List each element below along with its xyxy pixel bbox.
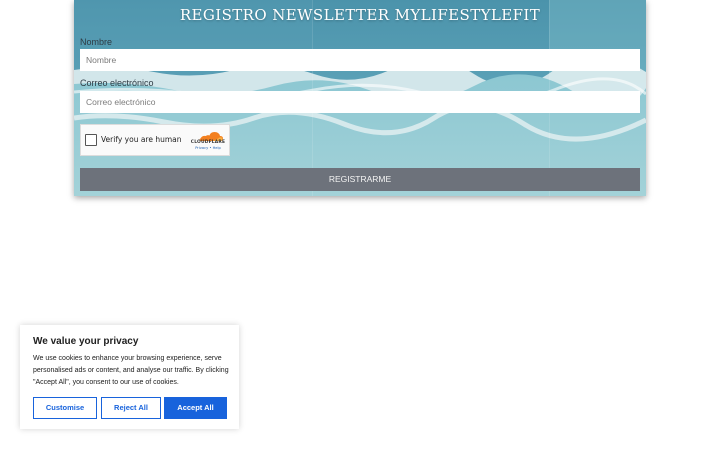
- cloudflare-wordmark: CLOUDFLARE: [190, 140, 226, 145]
- accept-all-button[interactable]: Accept All: [164, 397, 227, 419]
- cloudflare-logo: CLOUDFLARE Privacy • Help: [189, 129, 227, 153]
- cookie-banner-title: We value your privacy: [33, 336, 139, 347]
- email-field-label: Correo electrónico: [80, 78, 154, 88]
- captcha-label: Verify you are human: [101, 135, 182, 144]
- newsletter-title: REGISTRO NEWSLETTER MYLIFESTYLEFIT: [179, 6, 541, 24]
- captcha-privacy-help-links[interactable]: Privacy • Help: [189, 146, 227, 150]
- name-field-label: Nombre: [80, 37, 113, 47]
- cookie-consent-banner: We value your privacy We use cookies to …: [20, 325, 239, 429]
- reject-all-button[interactable]: Reject All: [101, 397, 161, 419]
- cookie-banner-text: We use cookies to enhance your browsing …: [33, 355, 229, 386]
- customise-button[interactable]: Customise: [33, 397, 97, 419]
- register-button[interactable]: REGISTRARME: [80, 168, 640, 191]
- name-input[interactable]: [80, 49, 640, 71]
- newsletter-card: REGISTRO NEWSLETTER MYLIFESTYLEFIT Nombr…: [74, 0, 646, 196]
- captcha-widget: Verify you are human CLOUDFLARE Privacy …: [80, 124, 230, 156]
- captcha-checkbox[interactable]: [85, 134, 97, 146]
- email-input[interactable]: [80, 91, 640, 113]
